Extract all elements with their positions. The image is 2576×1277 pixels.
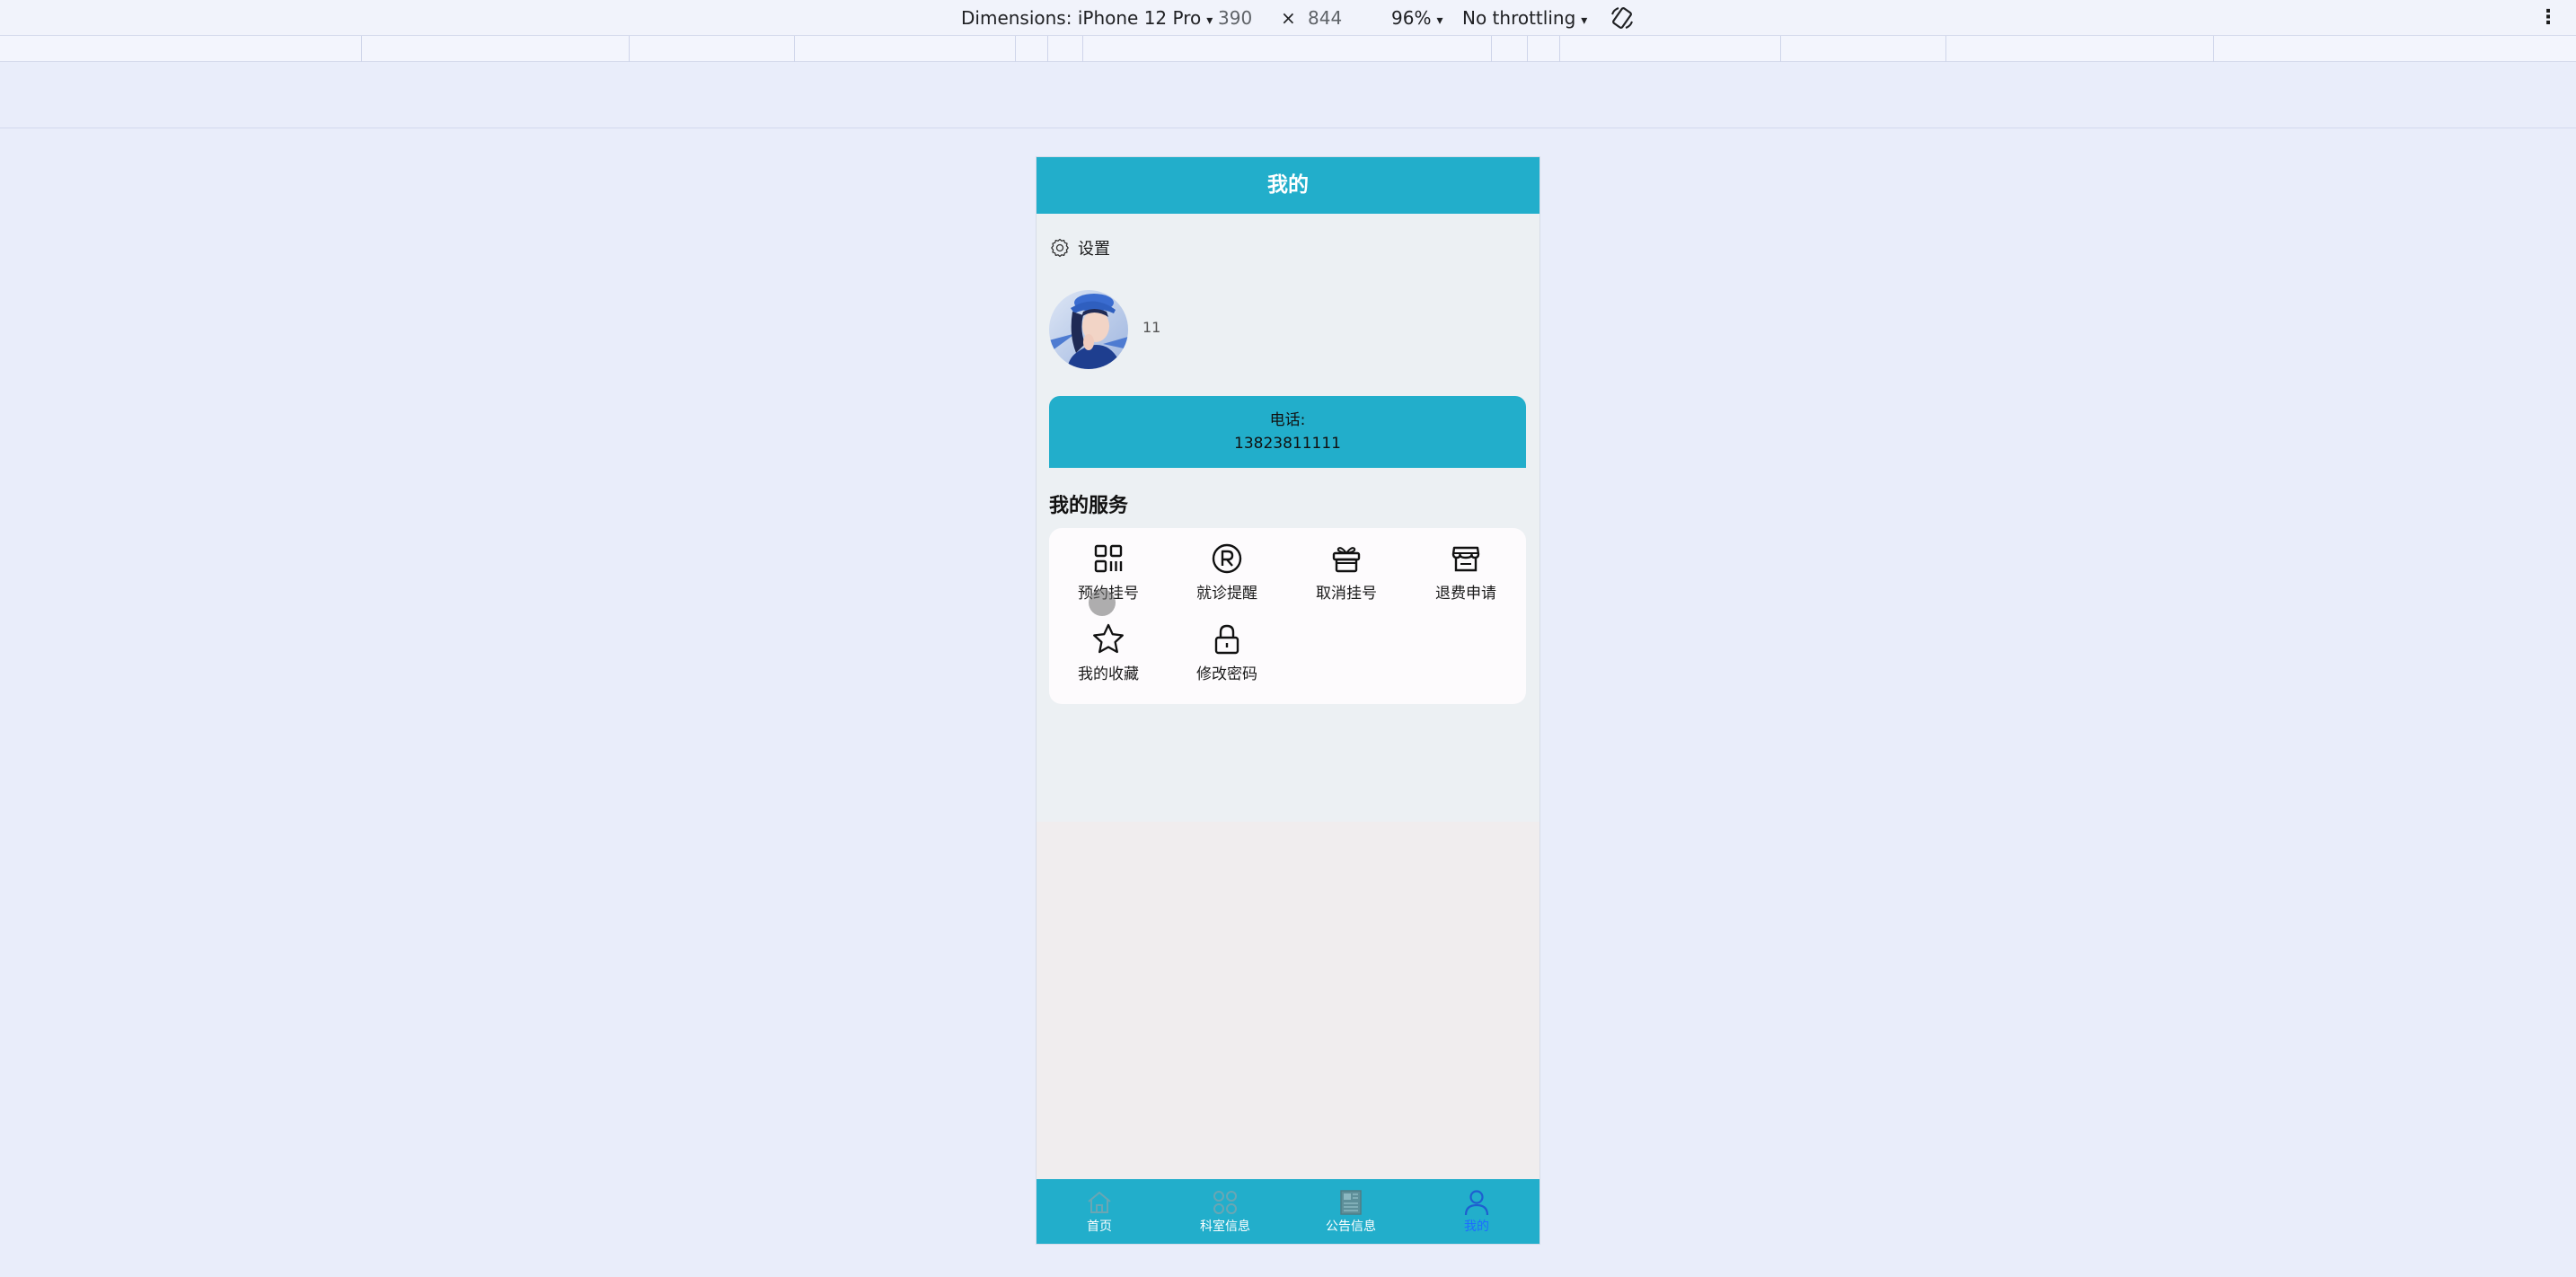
dimension-times-sign: × (1281, 7, 1296, 29)
service-visit-reminder-button[interactable]: 就诊提醒 (1168, 541, 1286, 616)
avatar-image (1049, 290, 1128, 369)
service-favorites-button[interactable]: 我的收藏 (1049, 621, 1168, 697)
tab-label: 公告信息 (1326, 1220, 1376, 1234)
service-label: 修改密码 (1196, 665, 1257, 683)
tab-announcements[interactable]: 公告信息 (1288, 1179, 1414, 1244)
page-title: 我的 (1037, 157, 1539, 214)
service-label: 退费申请 (1435, 585, 1496, 603)
devtools-device-toolbar: Dimensions: iPhone 12 Pro ▾ 390 × 844 96%… (0, 0, 2576, 36)
service-refund-button[interactable]: 退费申请 (1407, 541, 1525, 616)
device-dimensions-select[interactable]: Dimensions: iPhone 12 Pro ▾ (961, 0, 1213, 36)
service-appointment-button[interactable]: 预约挂号 (1049, 541, 1168, 616)
shop-icon (1451, 546, 1480, 572)
zoom-label: 96% (1391, 7, 1432, 29)
settings-link[interactable]: 设置 (1049, 234, 1110, 261)
service-label: 我的收藏 (1078, 665, 1139, 683)
phone-number: 13823811111 (1234, 435, 1341, 453)
home-icon (1088, 1191, 1111, 1213)
rotate-icon[interactable] (1608, 4, 1636, 32)
username: 11 (1142, 319, 1161, 336)
phone-viewport: 我的 设置 11 电话: 13823811111 我的服务 就诊提醒 取消挂号 … (1037, 157, 1539, 1244)
service-change-password-button[interactable]: 修改密码 (1168, 621, 1286, 697)
qrcode-icon (1094, 544, 1123, 573)
service-cancel-appointment-button[interactable]: 取消挂号 (1287, 541, 1406, 616)
throttling-select[interactable]: No throttling ▾ (1462, 0, 1587, 36)
gear-icon (1051, 238, 1069, 258)
user-icon (1464, 1190, 1489, 1216)
zoom-select[interactable]: 96% ▾ (1391, 0, 1442, 36)
tab-label: 首页 (1087, 1220, 1112, 1234)
media-query-ruler (0, 36, 2576, 62)
device-dimensions-label: Dimensions: iPhone 12 Pro (961, 7, 1202, 29)
tab-departments[interactable]: 科室信息 (1162, 1179, 1288, 1244)
settings-label: 设置 (1078, 240, 1110, 259)
zoom-caret-icon: ▾ (1436, 13, 1443, 28)
star-icon (1093, 623, 1124, 654)
service-label: 就诊提醒 (1196, 585, 1257, 603)
services-card: 预约挂号 就诊提醒 取消挂号 (1049, 528, 1526, 704)
tab-label: 我的 (1464, 1220, 1489, 1234)
more-options-icon[interactable]: ⋮ (2538, 0, 2558, 36)
bottom-tab-bar: 首页 科室信息 公告信息 我的 (1037, 1179, 1539, 1244)
service-label: 取消挂号 (1316, 585, 1377, 603)
throttling-label: No throttling (1462, 7, 1576, 29)
device-height-input[interactable]: 844 (1308, 0, 1342, 36)
device-width-input[interactable]: 390 (1218, 0, 1252, 36)
avatar[interactable] (1049, 290, 1128, 369)
touch-indicator (1089, 589, 1116, 616)
tab-mine[interactable]: 我的 (1414, 1179, 1539, 1244)
phone-label: 电话: (1269, 411, 1306, 429)
grid-icon (1213, 1191, 1237, 1214)
registered-icon (1212, 543, 1242, 574)
phone-card: 电话: 13823811111 (1049, 396, 1526, 468)
tab-label: 科室信息 (1200, 1220, 1250, 1234)
services-title: 我的服务 (1049, 495, 1129, 517)
dimensions-caret-icon: ▾ (1206, 13, 1213, 28)
lock-icon (1214, 624, 1239, 655)
throttling-caret-icon: ▾ (1581, 13, 1588, 28)
news-icon (1340, 1190, 1362, 1215)
gift-icon (1332, 547, 1361, 573)
tab-home[interactable]: 首页 (1037, 1179, 1162, 1244)
